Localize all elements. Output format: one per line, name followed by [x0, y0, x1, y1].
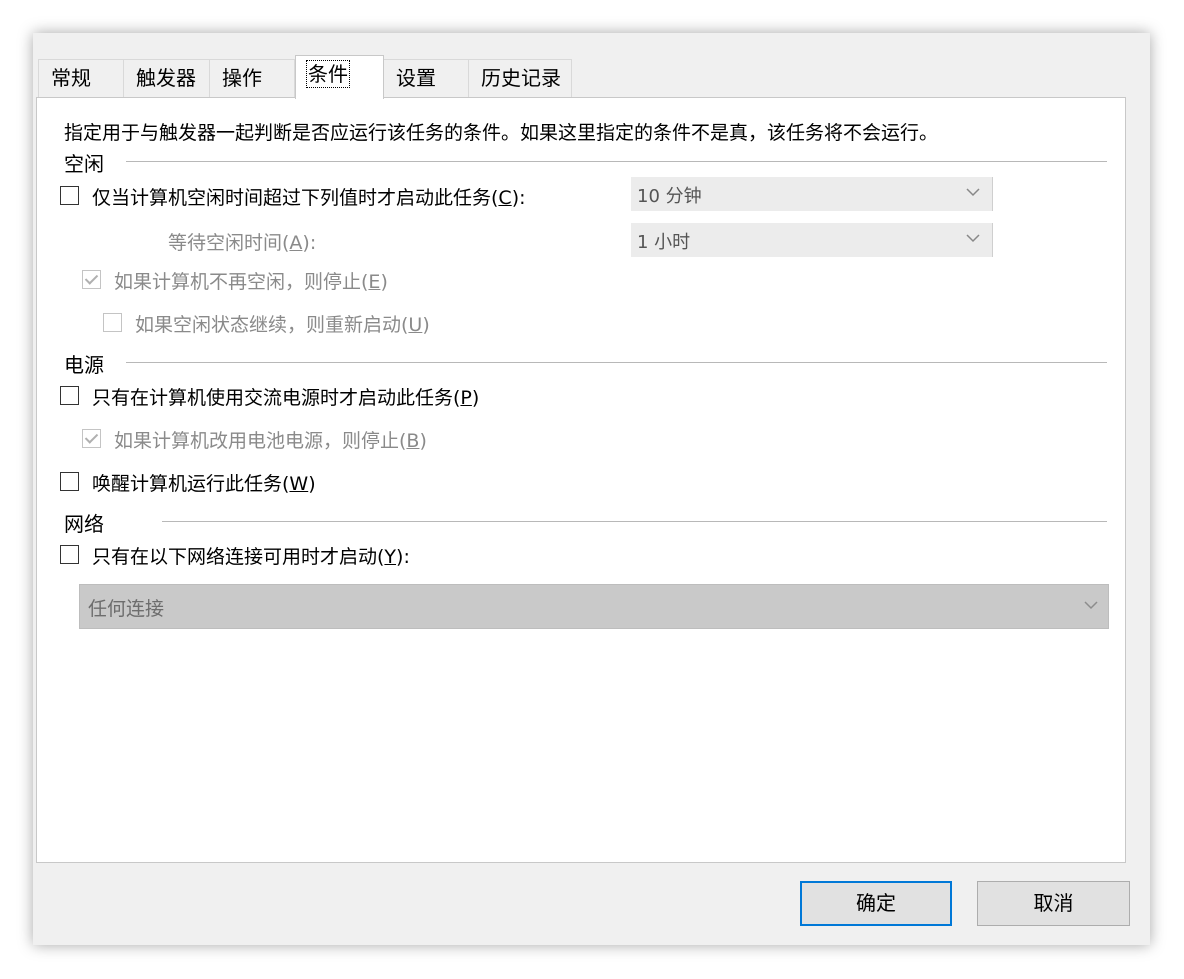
wake-computer-label[interactable]: 唤醒计算机运行此任务(W) — [92, 469, 316, 496]
stop-on-battery-label[interactable]: 如果计算机改用电池电源，则停止(B) — [114, 426, 427, 453]
description-text: 指定用于与触发器一起判断是否应运行该任务的条件。如果这里指定的条件不是真，该任务… — [64, 122, 939, 144]
tab-label: 触发器 — [136, 66, 196, 90]
task-properties-dialog: 常规 触发器 操作 条件 设置 历史记录 指定用于与触发器一起判断是否应运行该任… — [33, 33, 1150, 945]
network-section-divider — [162, 521, 1107, 522]
idle-section-divider — [126, 161, 1107, 162]
tab-label: 操作 — [222, 66, 262, 90]
restart-if-idle-label[interactable]: 如果空闲状态继续，则重新启动(U) — [135, 310, 430, 337]
cancel-button[interactable]: 取消 — [977, 881, 1130, 926]
idle-duration-combo[interactable]: 10 分钟 — [631, 177, 993, 211]
network-section-title: 网络 — [64, 512, 104, 536]
tab-label: 设置 — [396, 66, 436, 90]
network-available-checkbox[interactable] — [60, 545, 79, 564]
network-connection-value: 任何连接 — [88, 598, 165, 620]
start-if-idle-label[interactable]: 仅当计算机空闲时间超过下列值时才启动此任务(C): — [92, 183, 526, 210]
power-section-title: 电源 — [64, 353, 104, 377]
wait-duration-value: 1 小时 — [637, 232, 691, 253]
tab-label: 历史记录 — [481, 66, 561, 90]
tab-history[interactable]: 历史记录 — [468, 59, 572, 97]
tab-actions[interactable]: 操作 — [209, 59, 295, 97]
checkmark-icon — [84, 271, 99, 285]
stop-if-not-idle-label[interactable]: 如果计算机不再空闲，则停止(E) — [114, 267, 388, 294]
idle-section-title: 空闲 — [64, 152, 104, 176]
wait-duration-combo[interactable]: 1 小时 — [631, 223, 993, 257]
network-available-label[interactable]: 只有在以下网络连接可用时才启动(Y): — [92, 542, 410, 569]
network-connection-select[interactable]: 任何连接 — [79, 584, 1109, 629]
tab-general[interactable]: 常规 — [38, 59, 124, 97]
chevron-down-icon — [966, 234, 980, 243]
idle-duration-value: 10 分钟 — [637, 186, 702, 207]
tab-triggers[interactable]: 触发器 — [123, 59, 210, 97]
tab-settings[interactable]: 设置 — [383, 59, 469, 97]
ac-power-only-label[interactable]: 只有在计算机使用交流电源时才启动此任务(P) — [92, 383, 479, 410]
ac-power-only-checkbox[interactable] — [60, 386, 79, 405]
chevron-down-icon — [966, 188, 980, 197]
chevron-down-icon — [1084, 601, 1098, 610]
tab-conditions[interactable]: 条件 — [295, 55, 384, 99]
tab-label: 条件 — [306, 60, 350, 88]
stop-on-battery-checkbox[interactable] — [82, 429, 101, 448]
stop-if-not-idle-checkbox[interactable] — [82, 270, 101, 289]
wait-idle-label: 等待空闲时间(A): — [168, 232, 317, 254]
restart-if-idle-checkbox[interactable] — [103, 313, 122, 332]
checkmark-icon — [84, 430, 99, 444]
wake-computer-checkbox[interactable] — [60, 472, 79, 491]
screenshot-canvas: 常规 触发器 操作 条件 设置 历史记录 指定用于与触发器一起判断是否应运行该任… — [0, 0, 1184, 979]
conditions-panel: 指定用于与触发器一起判断是否应运行该任务的条件。如果这里指定的条件不是真，该任务… — [36, 97, 1126, 863]
tab-label: 常规 — [51, 66, 91, 90]
start-if-idle-checkbox[interactable] — [60, 186, 79, 205]
ok-button[interactable]: 确定 — [800, 881, 952, 926]
power-section-divider — [126, 362, 1107, 363]
